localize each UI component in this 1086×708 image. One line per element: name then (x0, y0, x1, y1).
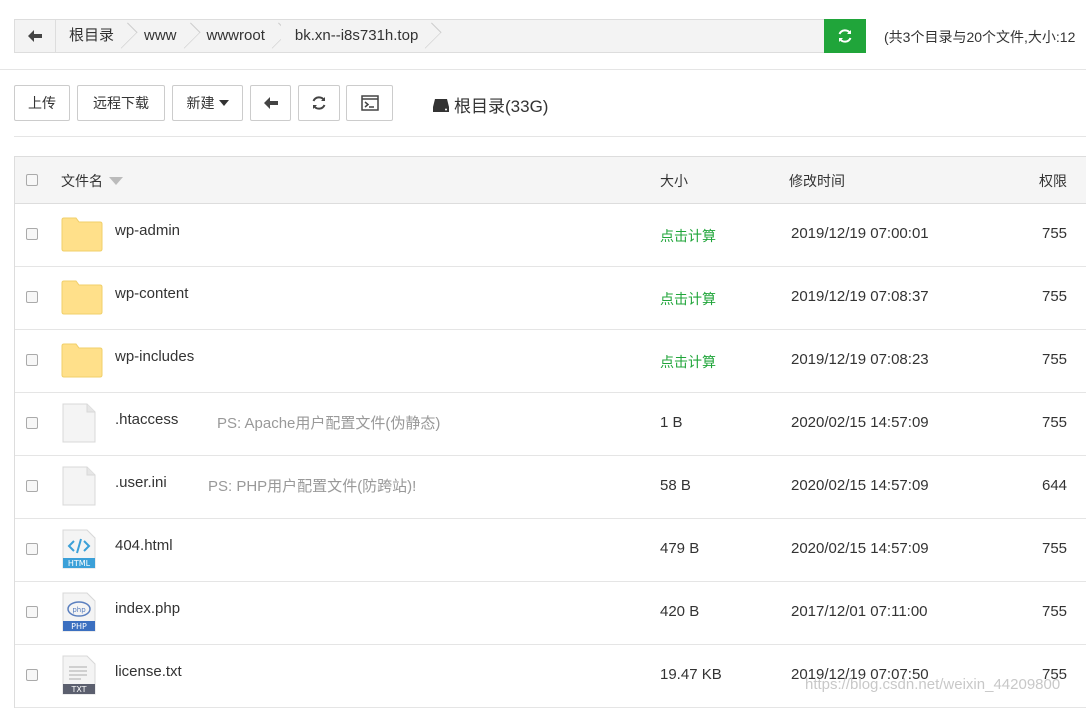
column-header-permission[interactable]: 权限 (1039, 171, 1067, 191)
file-icon (61, 403, 97, 447)
file-permission[interactable]: 644 (1042, 477, 1067, 494)
file-permission[interactable]: 755 (1042, 603, 1067, 620)
file-modified: 2020/02/15 14:57:09 (791, 477, 929, 494)
column-header-name[interactable]: 文件名 (61, 171, 123, 191)
row-checkbox[interactable] (26, 291, 38, 303)
remote-download-label: 远程下载 (93, 95, 149, 111)
caret-down-icon (218, 100, 229, 106)
row-checkbox[interactable] (26, 669, 38, 681)
breadcrumb-item-root[interactable]: 根目录 (55, 20, 130, 52)
file-name[interactable]: .htaccess (115, 411, 178, 428)
file-permission[interactable]: 755 (1042, 540, 1067, 557)
table-row[interactable]: wp-content 点击计算 2019/12/19 07:08:37 755 (15, 267, 1086, 330)
file-modified: 2017/12/01 07:11:00 (791, 603, 928, 620)
directory-summary: (共3个目录与20个文件,大小:12 (884, 29, 1076, 45)
file-permission[interactable]: 755 (1042, 288, 1067, 305)
column-header-modified[interactable]: 修改时间 (789, 171, 845, 191)
folder-icon (61, 342, 103, 382)
file-name[interactable]: .user.ini (115, 474, 167, 491)
select-all-checkbox[interactable] (26, 174, 38, 186)
refresh-button[interactable] (298, 85, 340, 121)
terminal-button[interactable] (346, 85, 393, 121)
new-dropdown-button[interactable]: 新建 (172, 85, 243, 121)
file-modified: 2020/02/15 14:57:09 (791, 540, 929, 557)
php-file-icon: php PHP (61, 592, 97, 636)
table-row[interactable]: HTML 404.html 479 B 2020/02/15 14:57:09 755 (15, 519, 1086, 582)
calculate-size-link[interactable]: 点击计算 (660, 352, 716, 372)
calculate-size-link[interactable]: 点击计算 (660, 289, 716, 309)
folder-icon (61, 216, 103, 256)
svg-text:PHP: PHP (71, 622, 87, 631)
new-label: 新建 (186, 95, 215, 111)
table-row[interactable]: php PHP index.php 420 B 2017/12/01 07:11:00 7… (15, 582, 1086, 645)
arrow-left-icon (263, 97, 278, 109)
file-name[interactable]: index.php (115, 600, 180, 617)
remote-download-button[interactable]: 远程下载 (77, 85, 165, 121)
refresh-path-button[interactable] (824, 19, 866, 53)
file-name[interactable]: license.txt (115, 663, 182, 680)
file-permission[interactable]: 755 (1042, 414, 1067, 431)
file-modified: 2019/12/19 07:08:37 (791, 288, 929, 305)
file-name[interactable]: wp-admin (115, 222, 180, 239)
file-modified: 2019/12/19 07:00:01 (791, 225, 929, 242)
file-table: 文件名 大小 修改时间 权限 wp-admin 点击计算 2019/12/19 07… (14, 156, 1086, 708)
terminal-icon (360, 95, 379, 111)
calculate-size-link[interactable]: 点击计算 (660, 226, 716, 246)
back-button[interactable] (15, 20, 56, 52)
table-header: 文件名 大小 修改时间 权限 (15, 156, 1086, 204)
file-size: 479 B (660, 540, 700, 557)
hard-drive-icon (433, 98, 449, 112)
table-row[interactable]: wp-includes 点击计算 2019/12/19 07:08:23 755 (15, 330, 1086, 393)
go-back-button[interactable] (250, 85, 291, 121)
file-name[interactable]: wp-content (115, 285, 188, 302)
refresh-icon (838, 29, 852, 43)
arrow-left-icon (28, 30, 42, 42)
row-checkbox[interactable] (26, 354, 38, 366)
table-body: wp-admin 点击计算 2019/12/19 07:00:01 755 wp-con… (15, 204, 1086, 708)
table-row[interactable]: wp-admin 点击计算 2019/12/19 07:00:01 755 (15, 204, 1086, 267)
file-size: 19.47 KB (660, 666, 722, 683)
html-file-icon: HTML (61, 529, 97, 573)
file-size: 1 B (660, 414, 683, 431)
row-checkbox[interactable] (26, 480, 38, 492)
row-checkbox[interactable] (26, 417, 38, 429)
file-modified: 2020/02/15 14:57:09 (791, 414, 929, 431)
column-name-label: 文件名 (61, 173, 103, 189)
breadcrumb-item-www[interactable]: www (130, 20, 193, 52)
file-name[interactable]: 404.html (115, 537, 173, 554)
row-checkbox[interactable] (26, 606, 38, 618)
file-size: 58 B (660, 477, 691, 494)
file-modified: 2019/12/19 07:08:23 (791, 351, 929, 368)
divider (0, 69, 1086, 70)
row-checkbox[interactable] (26, 543, 38, 555)
file-note: PS: PHP用户配置文件(防跨站)! (208, 478, 417, 495)
sort-down-icon (109, 177, 123, 185)
svg-text:HTML: HTML (68, 559, 91, 568)
file-name[interactable]: wp-includes (115, 348, 194, 365)
file-permission[interactable]: 755 (1042, 225, 1067, 242)
divider (14, 136, 1086, 137)
table-row[interactable]: .htaccess PS: Apache用户配置文件(伪静态) 1 B 2020/02… (15, 393, 1086, 456)
file-size: 420 B (660, 603, 700, 620)
disk-indicator: 根目录(33G) (432, 92, 548, 117)
svg-text:php: php (72, 606, 86, 614)
disk-label: 根目录(33G) (454, 97, 549, 116)
file-icon (61, 466, 97, 510)
folder-icon (61, 279, 103, 319)
column-header-size[interactable]: 大小 (660, 171, 688, 191)
file-note: PS: Apache用户配置文件(伪静态) (217, 415, 441, 432)
file-permission[interactable]: 755 (1042, 351, 1067, 368)
watermark: https://blog.csdn.net/weixin_44209800 (805, 676, 1061, 693)
table-row[interactable]: .user.ini PS: PHP用户配置文件(防跨站)! 58 B 2020/02/… (15, 456, 1086, 519)
row-checkbox[interactable] (26, 228, 38, 240)
breadcrumb: 根目录 www wwwroot bk.xn--i8s731h.top (14, 19, 866, 53)
refresh-icon (312, 96, 326, 110)
upload-label: 上传 (28, 95, 56, 111)
breadcrumb-item-wwwroot[interactable]: wwwroot (193, 20, 281, 52)
txt-file-icon: TXT (61, 655, 97, 699)
svg-text:TXT: TXT (70, 685, 86, 694)
breadcrumb-item-site[interactable]: bk.xn--i8s731h.top (280, 20, 435, 52)
upload-button[interactable]: 上传 (14, 85, 70, 121)
